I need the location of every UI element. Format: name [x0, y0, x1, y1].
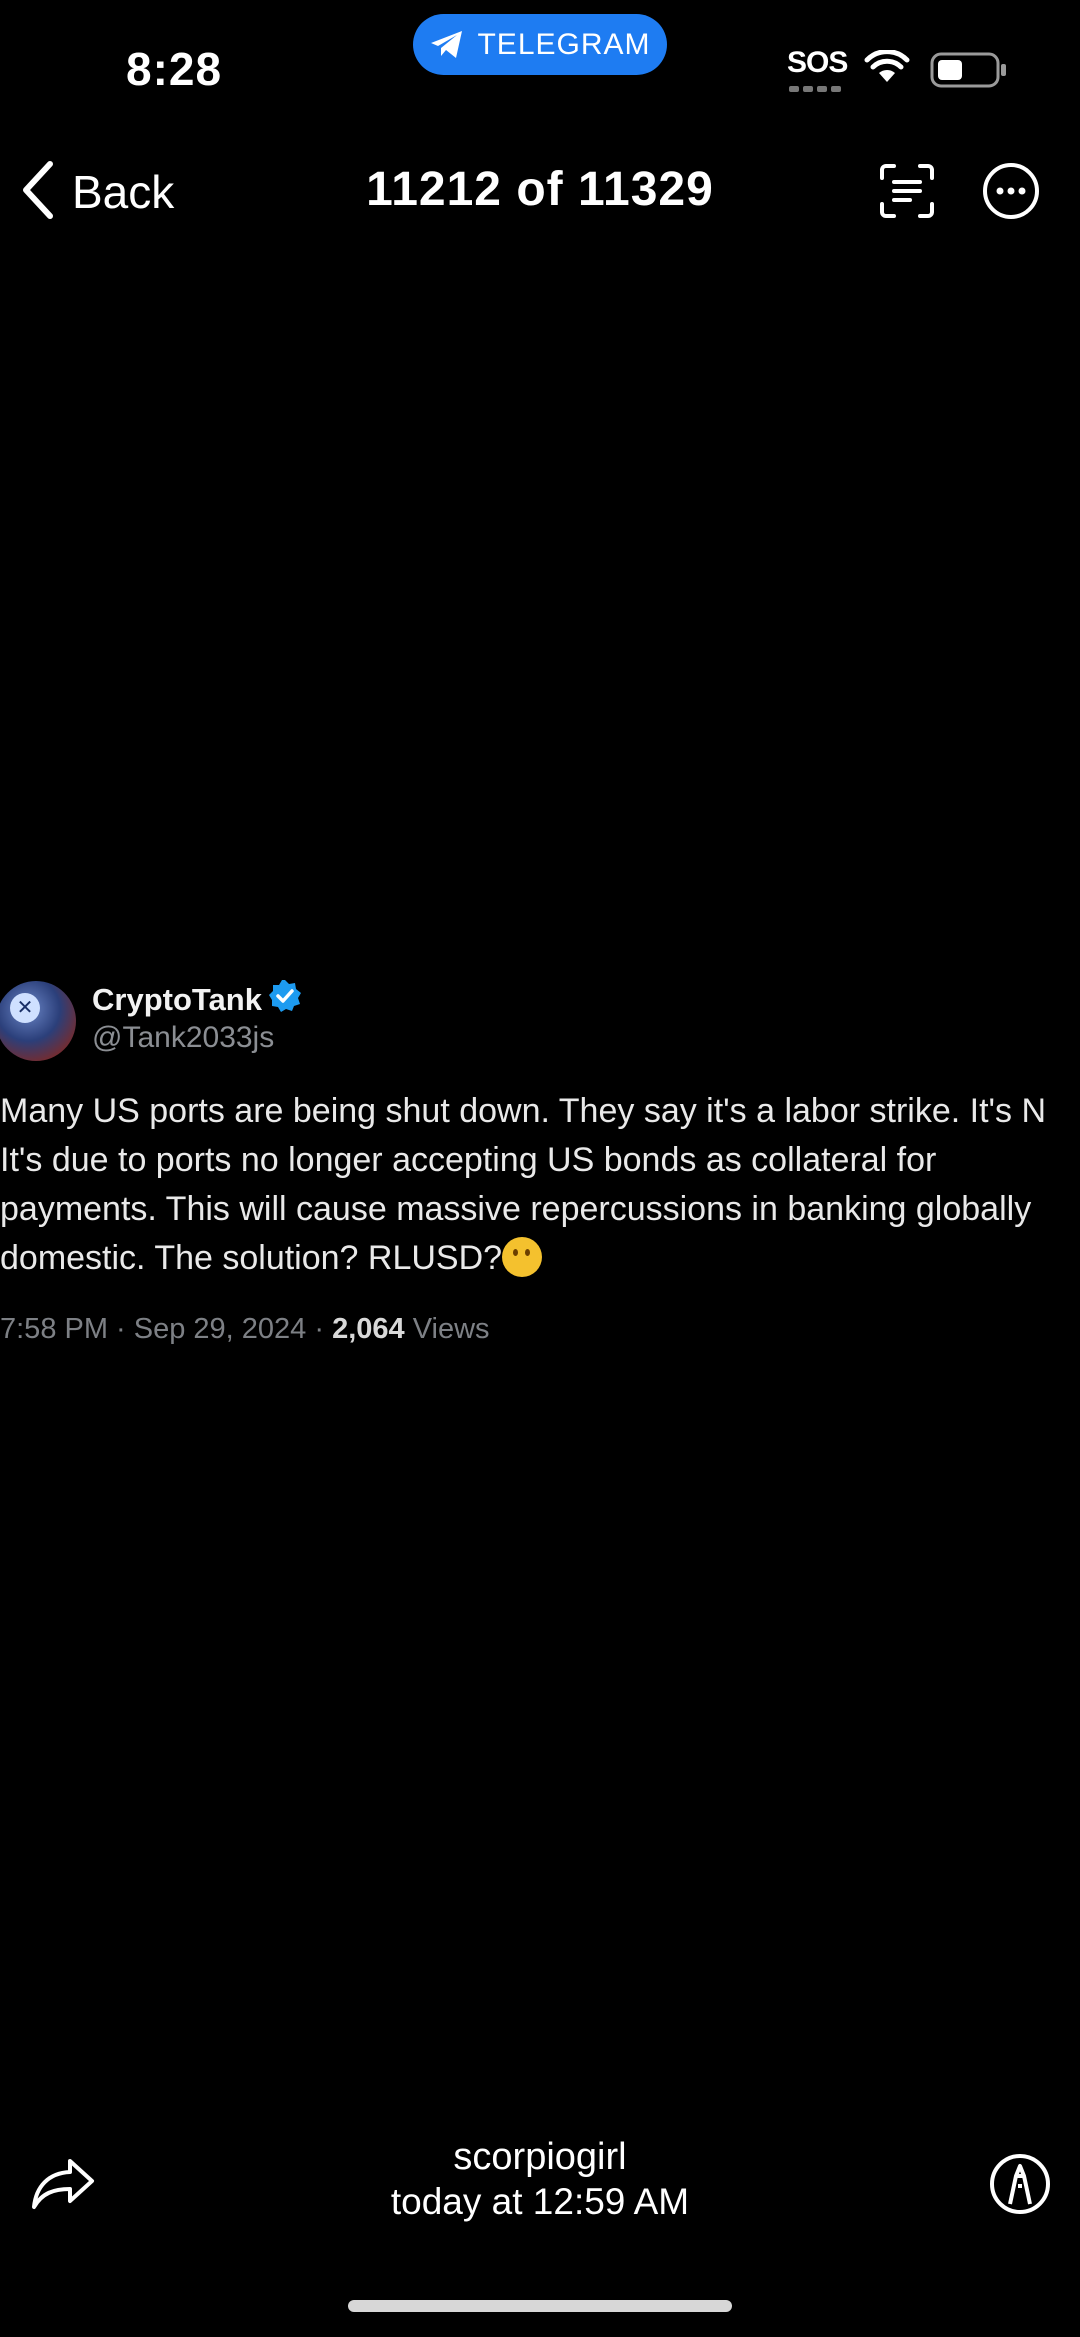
sender-name: scorpiogirl — [453, 2136, 627, 2178]
return-to-app-pill[interactable]: TELEGRAM — [413, 14, 667, 75]
sos-indicator: SOS — [787, 46, 848, 79]
tweet-body: Many US ports are being shut down. They … — [0, 1087, 1080, 1283]
tweet-line-last: domestic. The solution? RLUSD? — [0, 1234, 1080, 1283]
verified-badge-icon — [268, 979, 302, 1021]
sos-signal-dots — [789, 86, 845, 94]
tweet-timestamp: 7:58 PM · Sep 29, 2024 · — [0, 1313, 333, 1345]
avatar: ✕ — [0, 981, 76, 1061]
battery-icon — [930, 52, 1010, 93]
status-time: 8:28 — [126, 43, 223, 95]
views-count: 2,064 — [332, 1313, 405, 1345]
sent-time: today at 12:59 AM — [390, 2181, 690, 2222]
tweet-line: It's due to ports no longer accepting US… — [0, 1141, 937, 1179]
handle: @Tank2033js — [92, 1021, 275, 1054]
telegram-plane-icon — [429, 29, 465, 61]
display-name-text: CryptoTank — [92, 982, 262, 1017]
thinking-face-emoji — [502, 1237, 543, 1277]
display-name: CryptoTank — [92, 979, 302, 1021]
wifi-icon — [864, 49, 910, 89]
tweet-line: Many US ports are being shut down. They … — [0, 1092, 1047, 1130]
home-indicator[interactable] — [348, 2300, 732, 2312]
avatar-glyph: ✕ — [10, 993, 40, 1023]
tweet-meta: 7:58 PM · Sep 29, 2024 · 2,064 Views — [0, 1313, 490, 1346]
markup-icon[interactable] — [988, 2152, 1052, 2221]
app-pill-label: TELEGRAM — [477, 27, 651, 61]
more-icon[interactable] — [981, 161, 1041, 226]
live-text-scan-icon[interactable] — [878, 162, 936, 225]
views-label: Views — [404, 1313, 490, 1345]
tweet-line-text: domestic. The solution? RLUSD? — [0, 1239, 503, 1277]
tweet-line: payments. This will cause massive reperc… — [0, 1190, 1032, 1228]
